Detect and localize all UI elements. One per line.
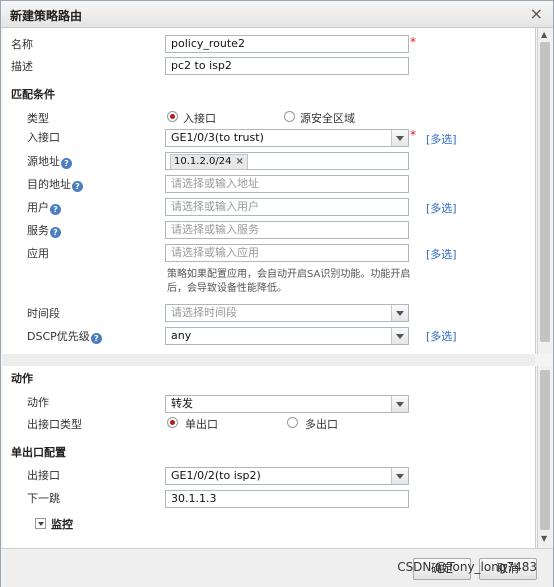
service-input[interactable]: 请选择或输入服务 (165, 221, 409, 239)
title-bar: 新建策略路由 × (1, 1, 553, 28)
action-panel: 动作 动作 转发 出接口类型 单出口 多出口 单出口配置 出接口 GE1/0/2… (3, 366, 536, 548)
desc-input[interactable]: pc2 to isp2 (165, 57, 409, 75)
dscp-value: any (171, 329, 192, 342)
app-note: 策略如果配置应用，会自动开启SA识别功能。功能开启后，会导致设备性能降低。 (167, 269, 411, 294)
service-label: 服务? (27, 222, 61, 238)
chevron-down-icon[interactable] (391, 130, 408, 146)
scroll-thumb[interactable] (540, 42, 550, 342)
single-exit-section-title: 单出口配置 (11, 446, 66, 459)
in-interface-multi-select[interactable]: [多选] (426, 131, 457, 147)
dscp-label: DSCP优先级? (27, 328, 102, 344)
close-icon[interactable]: × (530, 4, 543, 23)
required-mark: * (410, 128, 416, 142)
radio-src-zone-label: 源安全区域 (300, 112, 355, 125)
match-section-title: 匹配条件 (11, 88, 55, 101)
radio-src-zone[interactable] (284, 111, 295, 122)
time-range-label: 时间段 (27, 307, 60, 320)
src-address-label: 源地址? (27, 153, 72, 169)
help-icon[interactable]: ? (50, 204, 61, 215)
monitor-toggle-icon[interactable] (35, 518, 46, 529)
out-type-label: 出接口类型 (27, 418, 82, 431)
chevron-down-icon[interactable] (391, 328, 408, 344)
watermark: CSDN @Tony_long7483 (397, 560, 537, 574)
src-address-tag: 10.1.2.0/24 × (170, 154, 248, 170)
time-range-placeholder: 请选择时间段 (171, 306, 237, 319)
help-icon[interactable]: ? (72, 181, 83, 192)
name-label: 名称 (11, 38, 33, 51)
in-interface-select[interactable]: GE1/0/3(to trust) (165, 129, 409, 147)
action-section-title: 动作 (11, 372, 33, 385)
in-interface-value: GE1/0/3(to trust) (171, 131, 264, 144)
help-icon[interactable]: ? (90, 333, 102, 344)
radio-in-interface-label: 入接口 (183, 112, 216, 125)
user-multi-select[interactable]: [多选] (426, 200, 457, 216)
radio-multi-exit[interactable] (287, 417, 298, 428)
out-interface-select[interactable]: GE1/0/2(to isp2) (165, 467, 409, 485)
time-range-select[interactable]: 请选择时间段 (165, 304, 409, 322)
radio-single-exit[interactable] (167, 417, 178, 428)
out-interface-label: 出接口 (27, 469, 60, 482)
chevron-down-icon[interactable] (391, 396, 408, 412)
match-panel: 名称 policy_route2 * 描述 pc2 to isp2 匹配条件 类… (3, 28, 536, 354)
dscp-multi-select[interactable]: [多选] (426, 328, 457, 344)
dialog-title: 新建策略路由 (10, 9, 83, 23)
monitor-section-title[interactable]: 监控 (51, 516, 73, 532)
app-label: 应用 (27, 247, 49, 260)
action-select[interactable]: 转发 (165, 395, 409, 413)
radio-single-exit-label: 单出口 (185, 418, 218, 431)
type-label: 类型 (27, 112, 49, 125)
dst-address-label: 目的地址? (27, 176, 83, 192)
next-hop-label: 下一跳 (27, 492, 60, 505)
scroll-down-icon[interactable]: ▼ (541, 534, 547, 543)
new-policy-route-dialog: 新建策略路由 × 名称 policy_route2 * 描述 pc2 to is… (0, 0, 554, 587)
desc-label: 描述 (11, 60, 33, 73)
src-address-input[interactable]: 10.1.2.0/24 × (165, 152, 409, 170)
chevron-down-icon[interactable] (391, 468, 408, 484)
help-icon[interactable]: ? (50, 227, 61, 238)
app-input[interactable]: 请选择或输入应用 (165, 244, 409, 262)
tag-remove-icon[interactable]: × (235, 156, 243, 167)
required-mark: * (410, 35, 416, 49)
radio-in-interface[interactable] (167, 111, 178, 122)
scroll-thumb[interactable] (540, 370, 550, 530)
dst-address-input[interactable]: 请选择或输入地址 (165, 175, 409, 193)
name-input[interactable]: policy_route2 (165, 35, 409, 53)
scroll-up-icon[interactable]: ▲ (541, 30, 547, 39)
user-label: 用户? (27, 199, 61, 215)
in-interface-label: 入接口 (27, 131, 60, 144)
radio-multi-exit-label: 多出口 (305, 418, 338, 431)
next-hop-input[interactable]: 30.1.1.3 (165, 490, 409, 508)
panel-divider (3, 354, 535, 366)
action-label: 动作 (27, 396, 49, 409)
user-input[interactable]: 请选择或输入用户 (165, 198, 409, 216)
action-panel-scrollbar[interactable]: ▼ (537, 366, 552, 548)
action-value: 转发 (171, 397, 193, 410)
out-interface-value: GE1/0/2(to isp2) (171, 469, 261, 482)
chevron-down-icon[interactable] (391, 305, 408, 321)
app-multi-select[interactable]: [多选] (426, 246, 457, 262)
help-icon[interactable]: ? (61, 158, 72, 169)
match-panel-scrollbar[interactable]: ▲ (537, 28, 552, 354)
dscp-select[interactable]: any (165, 327, 409, 345)
